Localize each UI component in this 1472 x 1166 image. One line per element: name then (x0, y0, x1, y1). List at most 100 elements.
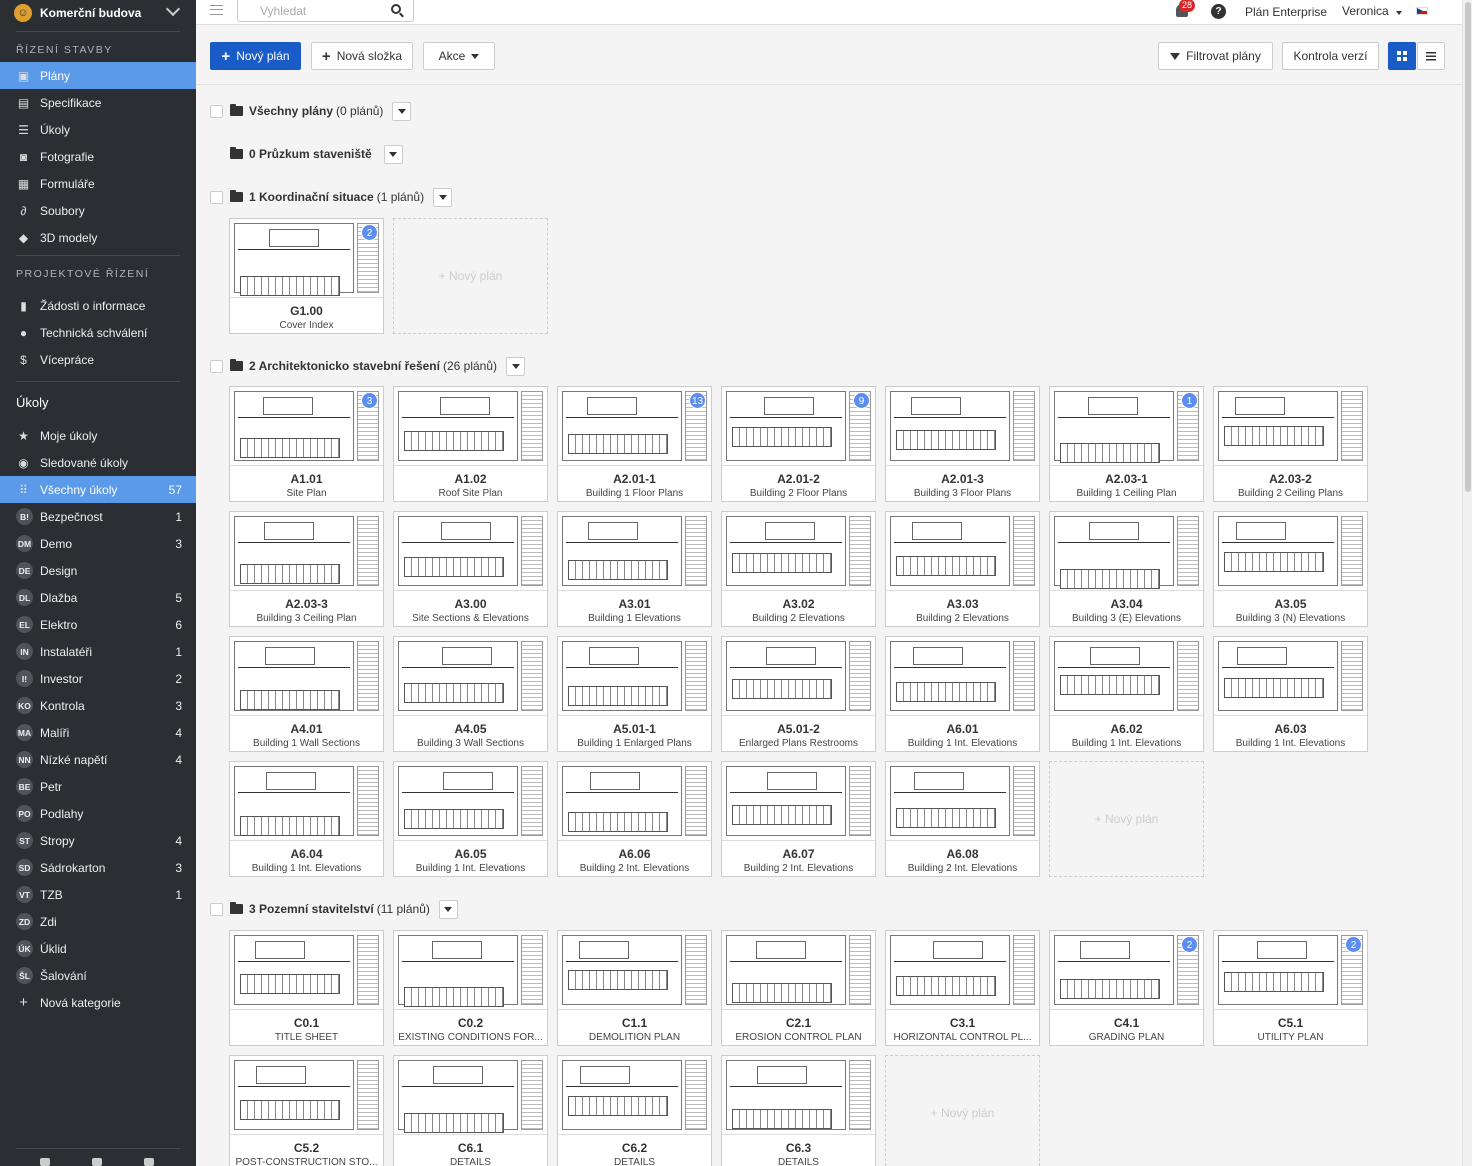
folder-name[interactable]: 0 Průzkum staveniště (249, 147, 372, 161)
sidebar-category-item[interactable]: SD Sádrokarton 3 (0, 854, 196, 881)
folder-checkbox[interactable] (210, 902, 223, 916)
plan-thumbnail[interactable] (722, 512, 875, 591)
menu-icon[interactable] (210, 5, 223, 15)
project-switcher[interactable]: ☺ Komerční budova (0, 0, 196, 25)
version-count-badge[interactable]: 3 (361, 392, 378, 409)
plan-card[interactable]: A2.03-3 Building 3 Ceiling Plan (229, 511, 384, 627)
sidebar-item-nav1-3[interactable]: ◙ Fotografie (0, 143, 196, 170)
plan-thumbnail[interactable] (722, 637, 875, 716)
plan-thumbnail[interactable] (394, 762, 547, 841)
new-category-button[interactable]: + Nová kategorie (0, 989, 196, 1016)
plan-thumbnail[interactable] (1214, 637, 1367, 716)
plan-card[interactable]: A3.04 Building 3 (E) Elevations (1049, 511, 1204, 627)
plan-thumbnail[interactable] (558, 931, 711, 1010)
search-input[interactable]: Vyhledat (237, 0, 414, 22)
czech-flag-icon[interactable] (1416, 7, 1428, 15)
list-view-button[interactable] (1417, 42, 1445, 70)
plan-thumbnail[interactable] (394, 637, 547, 716)
sidebar-category-item[interactable]: ST Stropy 4 (0, 827, 196, 854)
new-plan-placeholder[interactable]: + Nový plán (885, 1055, 1040, 1166)
plan-card[interactable]: 9 A2.01-2 Building 2 Floor Plans (721, 386, 876, 502)
plan-thumbnail[interactable] (1214, 387, 1367, 466)
folder-name[interactable]: 1 Koordinační situace (249, 190, 374, 204)
plan-thumbnail[interactable] (230, 1056, 383, 1135)
folder-menu-dropdown[interactable] (506, 356, 526, 376)
folder-menu-dropdown[interactable] (383, 144, 403, 164)
sidebar-category-item[interactable]: IN Instalatéři 1 (0, 638, 196, 665)
plan-card[interactable]: C6.2 DETAILS (557, 1055, 712, 1166)
sidebar-item-nav2-2[interactable]: $ Vícepráce (0, 346, 196, 373)
sidebar-item-tasks-2[interactable]: ⠿ Všechny úkoly 57 (0, 476, 196, 503)
sidebar-category-item[interactable]: PO Podlahy (0, 800, 196, 827)
scrollbar-thumb[interactable] (1465, 2, 1471, 492)
plan-card[interactable]: C1.1 DEMOLITION PLAN (557, 930, 712, 1046)
folder-name[interactable]: 3 Pozemní stavitelství (249, 902, 374, 916)
plan-card[interactable]: C0.1 TITLE SHEET (229, 930, 384, 1046)
version-check-button[interactable]: Kontrola verzí (1282, 42, 1379, 70)
plan-thumbnail[interactable] (230, 512, 383, 591)
plan-thumbnail[interactable] (722, 762, 875, 841)
sidebar-item-nav1-6[interactable]: ◆ 3D modely (0, 224, 196, 251)
sidebar-item-nav1-4[interactable]: ▦ Formuláře (0, 170, 196, 197)
plan-card[interactable]: A4.05 Building 3 Wall Sections (393, 636, 548, 752)
notification-count-badge[interactable]: 28 (1179, 0, 1196, 12)
plan-card[interactable]: C0.2 EXISTING CONDITIONS FOR... (393, 930, 548, 1046)
plan-thumbnail[interactable] (394, 387, 547, 466)
sidebar-category-item[interactable]: NN Nízké napětí 4 (0, 746, 196, 773)
folder-checkbox[interactable] (210, 359, 223, 373)
sidebar-category-item[interactable]: ÚK Úklid (0, 935, 196, 962)
sidebar-item-nav2-1[interactable]: ● Technická schválení (0, 319, 196, 346)
plan-thumbnail[interactable] (558, 512, 711, 591)
version-count-badge[interactable]: 13 (689, 392, 706, 409)
folder-menu-dropdown[interactable] (438, 899, 458, 919)
plan-card[interactable]: C6.1 DETAILS (393, 1055, 548, 1166)
sidebar-category-item[interactable]: EL Elektro 6 (0, 611, 196, 638)
plan-card[interactable]: A5.01-2 Enlarged Plans Restrooms (721, 636, 876, 752)
sidebar-category-item[interactable]: MA Malíři 4 (0, 719, 196, 746)
plan-thumbnail[interactable] (722, 1056, 875, 1135)
version-count-badge[interactable]: 2 (1181, 936, 1198, 953)
sidebar-category-item[interactable]: ZD Zdi (0, 908, 196, 935)
sidebar-item-nav1-0[interactable]: ▣ Plány (0, 62, 196, 89)
sidebar-category-item[interactable]: DM Demo 3 (0, 530, 196, 557)
user-menu[interactable]: Veronica (1342, 4, 1403, 18)
plan-card[interactable]: A6.07 Building 2 Int. Elevations (721, 761, 876, 877)
gear-icon[interactable] (92, 1158, 102, 1166)
plan-card[interactable]: A1.02 Roof Site Plan (393, 386, 548, 502)
plan-thumbnail[interactable] (1214, 512, 1367, 591)
folder-row[interactable]: Všechny plány (0 plánů) (210, 101, 412, 121)
plan-card[interactable]: A3.00 Site Sections & Elevations (393, 511, 548, 627)
sidebar-item-nav1-2[interactable]: ☰ Úkoly (0, 116, 196, 143)
new-folder-button[interactable]: + Nová složka (311, 42, 413, 70)
plan-thumbnail[interactable] (230, 931, 383, 1010)
folder-menu-dropdown[interactable] (392, 101, 412, 121)
plan-thumbnail[interactable] (886, 512, 1039, 591)
version-count-badge[interactable]: 9 (853, 392, 870, 409)
sidebar-category-item[interactable]: DL Dlažba 5 (0, 584, 196, 611)
search-icon[interactable] (391, 4, 401, 14)
plan-card[interactable]: A6.02 Building 1 Int. Elevations (1049, 636, 1204, 752)
plan-card[interactable]: A5.01-1 Building 1 Enlarged Plans (557, 636, 712, 752)
plan-card[interactable]: A6.05 Building 1 Int. Elevations (393, 761, 548, 877)
plan-thumbnail[interactable] (230, 762, 383, 841)
plan-thumbnail[interactable] (886, 637, 1039, 716)
plan-card[interactable]: 1 A2.03-1 Building 1 Ceiling Plan (1049, 386, 1204, 502)
plan-card[interactable]: C6.3 DETAILS (721, 1055, 876, 1166)
sidebar-item-tasks-0[interactable]: ★ Moje úkoly (0, 422, 196, 449)
sidebar-item-nav2-0[interactable]: ▮ Žádosti o informace (0, 292, 196, 319)
plan-card[interactable]: A2.03-2 Building 2 Ceiling Plans (1213, 386, 1368, 502)
plan-card[interactable]: 3 A1.01 Site Plan (229, 386, 384, 502)
plan-thumbnail[interactable] (1050, 637, 1203, 716)
folder-name[interactable]: 2 Architektonicko stavební řešení (249, 359, 440, 373)
folder-row[interactable]: 3 Pozemní stavitelství (11 plánů) (210, 899, 458, 919)
chevron-down-icon[interactable] (165, 1, 181, 17)
plan-card[interactable]: A3.01 Building 1 Elevations (557, 511, 712, 627)
plan-thumbnail[interactable] (230, 637, 383, 716)
version-count-badge[interactable]: 1 (1181, 392, 1198, 409)
trash-icon[interactable] (144, 1158, 154, 1166)
sidebar-item-nav1-5[interactable]: ∂ Soubory (0, 197, 196, 224)
new-plan-placeholder[interactable]: + Nový plán (393, 218, 548, 334)
plan-thumbnail[interactable] (394, 1056, 547, 1135)
plan-card[interactable]: A6.03 Building 1 Int. Elevations (1213, 636, 1368, 752)
folder-name[interactable]: Všechny plány (249, 104, 333, 118)
